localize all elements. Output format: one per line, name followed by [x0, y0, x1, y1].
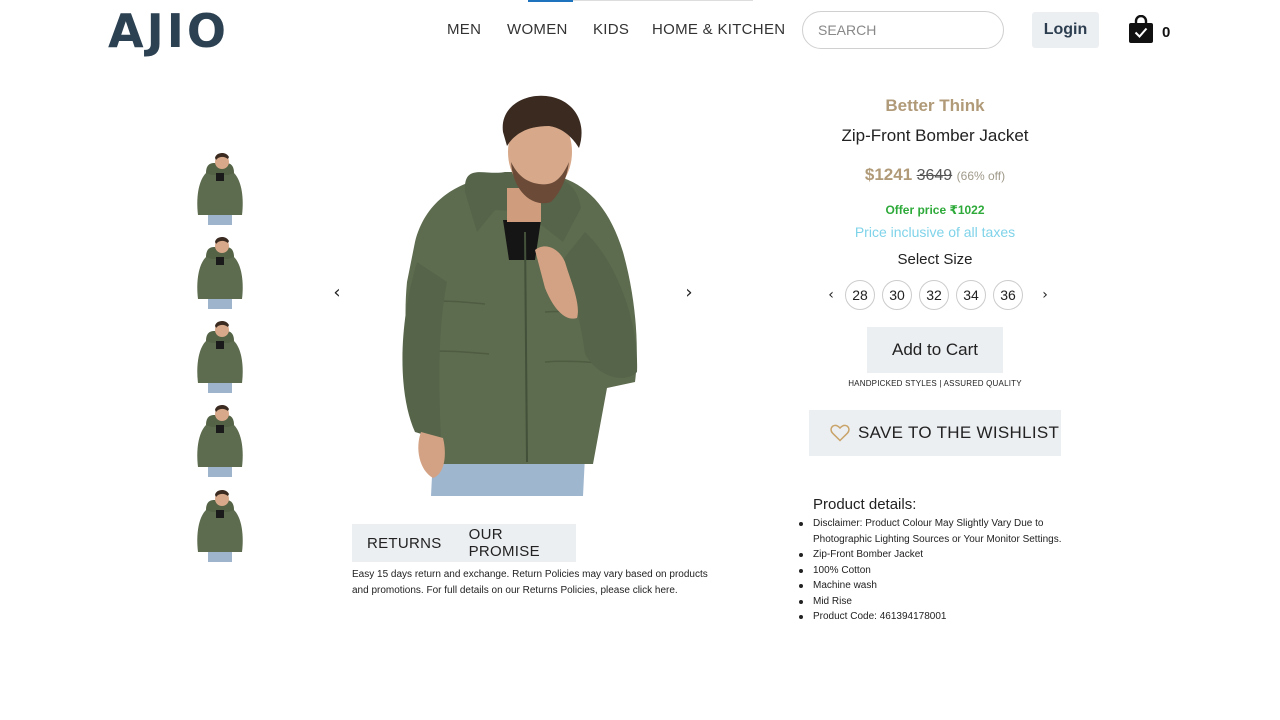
- product-detail-item: Product Code: 461394178001: [799, 609, 1093, 625]
- product-details-title: Product details:: [813, 496, 917, 513]
- product-detail-item: Disclaimer: Product Colour May Slightly …: [799, 516, 1093, 547]
- quality-tagline: HANDPICKED STYLES | ASSURED QUALITY: [848, 379, 1022, 388]
- nav-active-indicator: [528, 0, 573, 2]
- login-button[interactable]: Login: [1032, 12, 1099, 48]
- product-details-list: Disclaimer: Product Colour May Slightly …: [799, 516, 1093, 625]
- original-price: 3649: [916, 167, 953, 184]
- product-thumbnail-2[interactable]: [192, 233, 246, 309]
- product-brand[interactable]: Better Think: [810, 96, 1060, 116]
- product-detail-item: Zip-Front Bomber Jacket: [799, 547, 1093, 563]
- nav-item-men[interactable]: MEN: [447, 21, 481, 38]
- product-detail-item: 100% Cotton: [799, 563, 1093, 579]
- product-thumbnail-4[interactable]: [192, 401, 246, 477]
- size-selector: ‹ 28 30 32 34 36 ›: [824, 280, 1052, 310]
- product-detail-item: Mid Rise: [799, 594, 1093, 610]
- nav-item-kids[interactable]: KIDS: [593, 21, 629, 38]
- tab-our-promise[interactable]: OUR PROMISE: [469, 526, 576, 560]
- nav-item-home-kitchen[interactable]: HOME & KITCHEN: [652, 21, 785, 38]
- nav-underline: [528, 0, 753, 2]
- product-main-image: [402, 95, 638, 496]
- product-name: Zip-Front Bomber Jacket: [841, 126, 1029, 145]
- tax-note: Price inclusive of all taxes: [854, 224, 1016, 240]
- size-option-28[interactable]: 28: [845, 280, 875, 310]
- product-thumbnail-1[interactable]: [192, 149, 246, 225]
- size-option-36[interactable]: 36: [993, 280, 1023, 310]
- wishlist-label: SAVE TO THE WISHLIST: [858, 423, 1060, 442]
- product-thumbnail-3[interactable]: [192, 317, 246, 393]
- cart-count: 0: [1162, 24, 1171, 41]
- discount-percent: (66% off): [956, 169, 1006, 183]
- tab-returns[interactable]: RETURNS: [367, 535, 442, 552]
- search-input[interactable]: [802, 11, 1004, 49]
- heart-icon: [830, 424, 850, 442]
- selling-price: $1241: [864, 165, 913, 184]
- returns-policy-text: Easy 15 days return and exchange. Return…: [352, 569, 708, 596]
- size-option-34[interactable]: 34: [956, 280, 986, 310]
- size-option-32[interactable]: 32: [919, 280, 949, 310]
- shopping-bag-icon[interactable]: [1128, 15, 1154, 44]
- info-tabs: RETURNS OUR PROMISE: [352, 524, 576, 562]
- carousel-prev-arrow[interactable]: ‹: [327, 282, 347, 304]
- add-to-cart-button[interactable]: Add to Cart: [867, 327, 1003, 373]
- size-option-30[interactable]: 30: [882, 280, 912, 310]
- product-thumbnail-5[interactable]: [192, 486, 246, 562]
- size-prev-arrow[interactable]: ‹: [824, 287, 838, 303]
- size-next-arrow[interactable]: ›: [1038, 287, 1052, 303]
- ajio-logo[interactable]: AJIO: [108, 8, 229, 54]
- nav-item-women[interactable]: WOMEN: [507, 21, 568, 38]
- save-to-wishlist-button[interactable]: SAVE TO THE WISHLIST: [809, 410, 1061, 456]
- select-size-label: Select Size: [897, 251, 973, 268]
- price-row: $1241 3649 (66% off): [810, 165, 1060, 185]
- offer-price: Offer price ₹1022: [885, 203, 985, 217]
- product-detail-item: Machine wash: [799, 578, 1093, 594]
- carousel-next-arrow[interactable]: ›: [679, 282, 699, 304]
